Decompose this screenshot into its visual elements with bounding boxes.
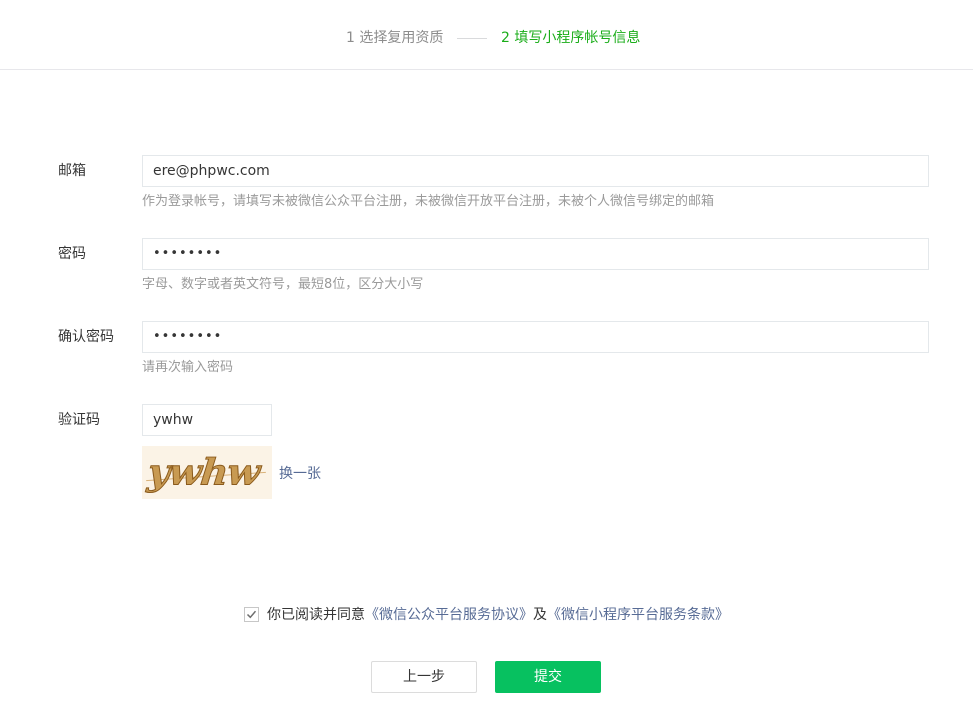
agreement-checkbox[interactable] [244,607,259,622]
captcha-image[interactable]: ywhw [142,446,272,499]
submit-button[interactable]: 提交 [495,661,601,693]
service-agreement-link[interactable]: 《微信公众平台服务协议》 [365,607,533,623]
password-input[interactable]: •••••••• [142,238,929,270]
agreement-middle: 及 [533,607,547,623]
captcha-input[interactable]: ywhw [142,404,272,436]
step-2-active: 2 填写小程序帐号信息 [501,30,641,46]
email-label: 邮箱 [58,163,86,179]
agreement-text: 你已阅读并同意《微信公众平台服务协议》及《微信小程序平台服务条款》 [267,606,729,624]
email-input[interactable]: ere@phpwc.com [142,155,929,187]
step-separator [457,38,487,39]
captcha-image-text: ywhw [145,450,262,494]
agreement-prefix: 你已阅读并同意 [267,607,365,623]
email-tip: 作为登录帐号，请填写未被微信公众平台注册，未被微信开放平台注册，未被个人微信号绑… [142,194,715,209]
refresh-captcha-link[interactable]: 换一张 [279,465,321,483]
password-tip: 字母、数字或者英文符号，最短8位，区分大小写 [142,277,424,292]
confirm-password-input[interactable]: •••••••• [142,321,929,353]
password-label: 密码 [58,246,86,262]
check-icon [246,610,257,619]
previous-step-button[interactable]: 上一步 [371,661,477,693]
step-progress-bar: 1 选择复用资质 2 填写小程序帐号信息 [0,0,973,70]
step-1: 1 选择复用资质 [346,30,444,46]
confirm-password-label: 确认密码 [58,329,114,345]
miniprogram-terms-link[interactable]: 《微信小程序平台服务条款》 [547,607,729,623]
confirm-password-tip: 请再次输入密码 [142,360,234,375]
captcha-label: 验证码 [58,412,100,428]
